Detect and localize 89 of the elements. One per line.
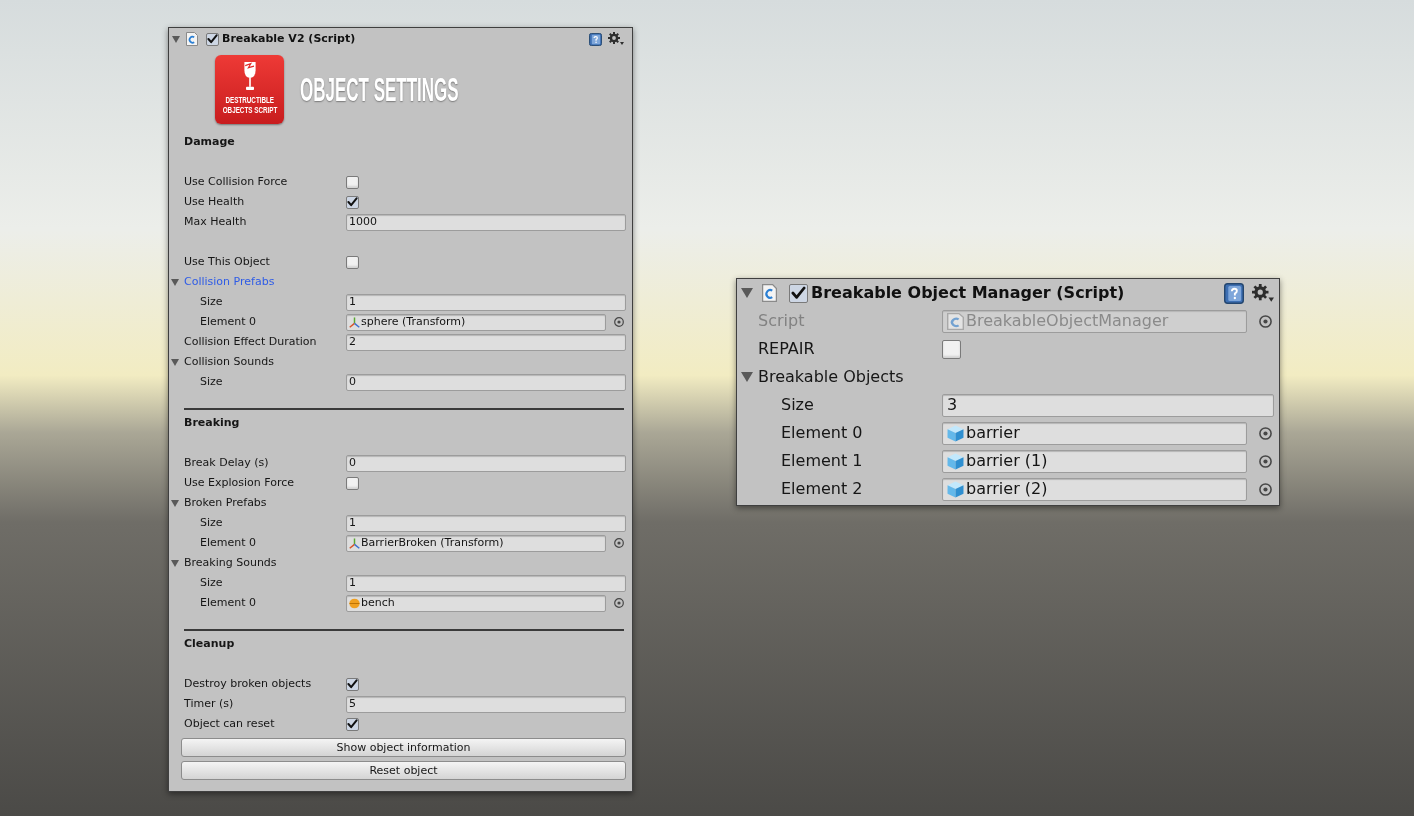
number-field[interactable]: 0	[346, 373, 626, 391]
caret-down-icon[interactable]	[741, 288, 753, 298]
field-label: Element 2	[781, 478, 863, 500]
number-field[interactable]: 1000	[346, 213, 626, 231]
field-label: Destroy broken objects	[184, 675, 312, 692]
logo-text: DESTRUCTIBLE	[225, 95, 274, 105]
settings-icon[interactable]	[1252, 283, 1274, 303]
object-picker-icon[interactable]	[1259, 454, 1272, 468]
field-label: Use Collision Force	[184, 173, 288, 190]
object-field[interactable]: barrier (1)	[942, 449, 1247, 473]
number-field[interactable]: 1	[346, 514, 626, 532]
number-field[interactable]: 1	[346, 293, 626, 311]
checkmark-icon	[791, 286, 806, 300]
axes-icon	[349, 316, 360, 328]
field-label: Element 1	[781, 450, 863, 472]
help-icon[interactable]	[1224, 282, 1244, 304]
foldout-toggle[interactable]: Collision Sounds	[171, 353, 274, 371]
checkbox[interactable]	[942, 339, 961, 359]
field-label: Element 0	[200, 534, 257, 551]
object-picker-icon[interactable]	[614, 317, 624, 327]
checkmark-icon	[207, 34, 218, 44]
field-label: Break Delay (s)	[184, 454, 269, 471]
object-field[interactable]: BarrierBroken (Transform)	[346, 534, 606, 552]
field-label: Size	[200, 293, 223, 310]
object-picker-icon[interactable]	[614, 538, 624, 548]
checkbox[interactable]	[346, 476, 359, 490]
object-field[interactable]: barrier	[942, 421, 1247, 445]
object-picker-icon[interactable]	[1259, 314, 1272, 328]
field-label: Size	[200, 514, 223, 531]
checkbox[interactable]	[346, 677, 359, 691]
field-label: Element 0	[200, 594, 257, 611]
section-heading: Cleanup	[184, 635, 235, 652]
settings-icon[interactable]	[608, 32, 624, 46]
foldout-toggle[interactable]: Breaking Sounds	[171, 554, 277, 572]
script-file-icon	[947, 312, 964, 330]
field-label: REPAIR	[758, 338, 815, 360]
checkbox[interactable]	[346, 195, 359, 209]
caret-down-icon[interactable]	[172, 35, 180, 43]
inspector-button[interactable]: Reset object	[181, 761, 626, 780]
script-file-icon	[762, 284, 777, 302]
cube-icon	[947, 480, 964, 498]
object-picker-icon[interactable]	[1259, 482, 1272, 496]
checkbox[interactable]	[789, 283, 808, 303]
field-label: Object can reset	[184, 715, 275, 732]
object-field[interactable]: sphere (Transform)	[346, 313, 606, 331]
number-field[interactable]: 3	[942, 393, 1274, 417]
field-label: Max Health	[184, 213, 247, 230]
component-title: Breakable V2 (Script)	[222, 30, 356, 47]
disc-icon	[349, 597, 360, 609]
inspector-button[interactable]: Show object information	[181, 738, 626, 757]
field-label: Use Health	[184, 193, 245, 210]
field-label: Element 0	[200, 313, 257, 330]
glass-icon	[241, 61, 258, 92]
field-label: Script	[758, 310, 805, 332]
checkbox[interactable]	[346, 175, 359, 189]
checkmark-icon	[347, 719, 358, 729]
object-picker-icon[interactable]	[1259, 426, 1272, 440]
foldout-toggle[interactable]: Breakable Objects	[741, 365, 904, 389]
logo-text: OBJECTS SCRIPT	[222, 105, 277, 115]
script-file-icon	[186, 32, 198, 46]
component-title: Breakable Object Manager (Script)	[811, 282, 1125, 304]
field-label: Size	[200, 574, 223, 591]
foldout-toggle[interactable]: Broken Prefabs	[171, 494, 267, 512]
number-field[interactable]: 0	[346, 454, 626, 472]
field-label: Use This Object	[184, 253, 270, 270]
section-heading: Breaking	[184, 414, 240, 431]
object-field[interactable]: bench	[346, 594, 606, 612]
help-icon[interactable]	[589, 32, 602, 46]
object-field[interactable]: barrier (2)	[942, 477, 1247, 501]
number-field[interactable]: 5	[346, 695, 626, 713]
field-label: Timer (s)	[184, 695, 234, 712]
banner-heading: OBJECT SETTINGS	[300, 72, 459, 106]
field-label: Size	[200, 373, 223, 390]
checkbox[interactable]	[346, 717, 359, 731]
checkbox[interactable]	[346, 255, 359, 269]
number-field[interactable]: 1	[346, 574, 626, 592]
checkbox[interactable]	[206, 32, 219, 46]
axes-icon	[349, 537, 360, 549]
field-label: Size	[781, 394, 814, 416]
field-label: Collision Effect Duration	[184, 333, 317, 350]
cube-icon	[947, 424, 964, 442]
section-heading: Damage	[184, 133, 235, 150]
field-label: Element 0	[781, 422, 863, 444]
cube-icon	[947, 452, 964, 470]
checkmark-icon	[347, 197, 358, 207]
field-label: Use Explosion Force	[184, 474, 295, 491]
number-field[interactable]: 2	[346, 333, 626, 351]
checkmark-icon	[347, 679, 358, 689]
object-picker-icon[interactable]	[614, 598, 624, 608]
